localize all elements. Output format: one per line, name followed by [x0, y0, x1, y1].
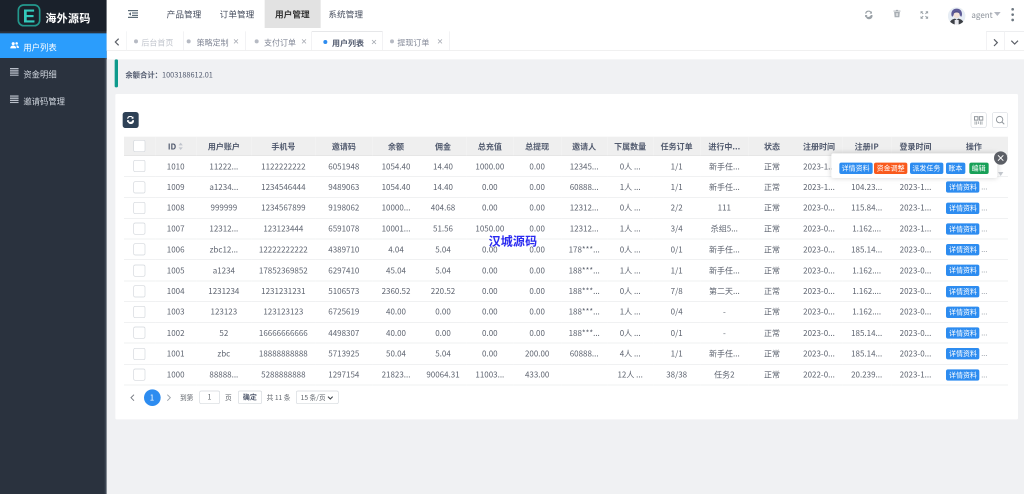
svg-text:E: E [23, 5, 35, 26]
